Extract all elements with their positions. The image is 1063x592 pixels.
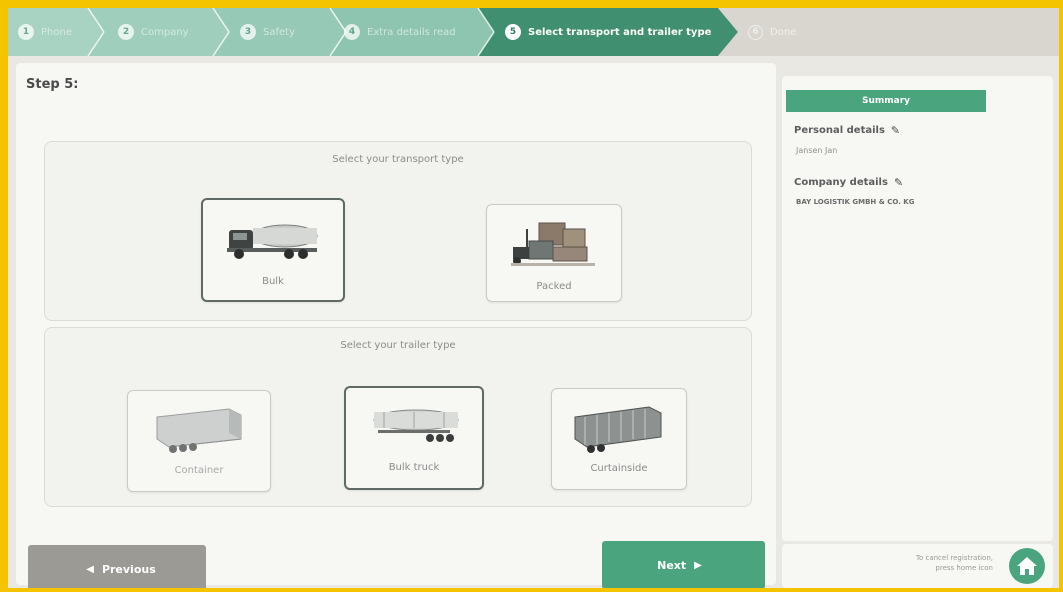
step-3: 3 Safety xyxy=(240,22,295,42)
step-number: 4 xyxy=(344,24,360,40)
company-details-value: BAY LOGISTIK GMBH & CO. KG xyxy=(796,198,915,206)
transport-option-bulk[interactable]: Bulk xyxy=(201,198,345,302)
option-label-bulk: Bulk xyxy=(262,276,284,287)
step-label: Phone xyxy=(41,26,72,38)
step-5-current: 5 Select transport and trailer type xyxy=(505,22,711,42)
chevron-right-icon: ▶ xyxy=(694,559,702,571)
step-label: Select transport and trailer type xyxy=(528,26,712,38)
step-number: 2 xyxy=(118,24,134,40)
pencil-icon[interactable]: ✎ xyxy=(894,176,903,189)
transport-option-packed[interactable]: Packed xyxy=(486,204,622,302)
step-number: 5 xyxy=(505,24,521,40)
home-icon xyxy=(1017,557,1037,575)
previous-label: Previous xyxy=(101,562,156,576)
cancel-hint-line-2: press home icon xyxy=(935,564,993,572)
curtainside-trailer-icon xyxy=(574,406,662,453)
next-button[interactable]: Next ▶ xyxy=(602,541,765,588)
previous-button[interactable]: ◀ Previous xyxy=(28,545,206,588)
tanker-truck-icon xyxy=(227,224,318,259)
personal-details-heading: Personal details ✎ xyxy=(794,124,900,137)
container-trailer-icon xyxy=(156,408,242,453)
step-2: 2 Company xyxy=(118,22,189,42)
step-1: 1 Phone xyxy=(18,22,72,42)
company-details-heading: Company details ✎ xyxy=(794,176,903,189)
step-6: 6 Done xyxy=(748,22,796,42)
option-label-curtainside: Curtainside xyxy=(590,463,648,474)
step-number: 6 xyxy=(748,24,763,40)
cancel-hint-line-1: To cancel registration, xyxy=(915,554,993,562)
summary-title: Summary xyxy=(786,90,986,112)
progress-stepper: 1 Phone 2 Company 3 Safety 4 Extra detai… xyxy=(8,8,1059,56)
step-label: Extra details read xyxy=(367,26,456,38)
next-label: Next xyxy=(657,558,687,572)
trailer-section-title: Select your trailer type xyxy=(340,340,456,351)
kiosk-screen: 1 Phone 2 Company 3 Safety 4 Extra detai… xyxy=(8,8,1059,588)
trailer-type-section: Select your trailer type Container Bulk … xyxy=(44,327,752,507)
personal-details-label: Personal details xyxy=(794,125,885,136)
summary-panel: Summary Personal details ✎ Jansen Jan Co… xyxy=(782,76,1053,541)
option-label-packed: Packed xyxy=(536,281,572,292)
transport-section-title: Select your transport type xyxy=(332,154,464,165)
home-button[interactable] xyxy=(1009,548,1045,584)
main-panel: Step 5: Select your transport type Bulk xyxy=(16,63,776,588)
option-label-container: Container xyxy=(174,465,224,476)
step-4: 4 Extra details read xyxy=(344,22,456,42)
personal-details-value: Jansen Jan xyxy=(796,146,838,155)
step-number: 3 xyxy=(240,24,256,40)
company-details-label: Company details xyxy=(794,177,888,188)
transport-type-section: Select your transport type Bulk Packed xyxy=(44,141,752,321)
step-label: Done xyxy=(770,26,797,38)
step-label: Safety xyxy=(263,26,295,38)
trailer-option-bulk-truck[interactable]: Bulk truck xyxy=(344,386,484,490)
step-number: 1 xyxy=(18,24,34,40)
option-label-bulk-truck: Bulk truck xyxy=(388,462,440,473)
pencil-icon[interactable]: ✎ xyxy=(891,124,900,137)
trailer-option-container[interactable]: Container xyxy=(127,390,271,492)
trailer-option-curtainside[interactable]: Curtainside xyxy=(551,388,687,490)
bulk-trailer-icon xyxy=(373,409,459,442)
packed-goods-icon xyxy=(511,222,595,266)
step-label: Company xyxy=(141,26,189,38)
cancel-box: To cancel registration, press home icon xyxy=(782,544,1053,588)
chevron-left-icon: ◀ xyxy=(86,563,94,575)
cancel-hint: To cancel registration, press home icon xyxy=(873,553,993,573)
page-title: Step 5: xyxy=(26,77,79,92)
